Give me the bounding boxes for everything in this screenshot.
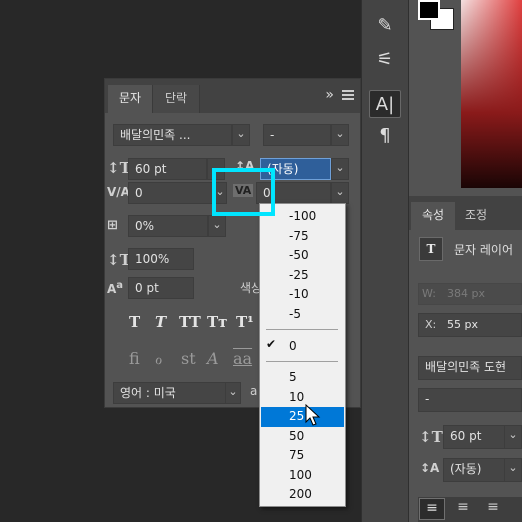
tab-adjustments[interactable]: 조정 xyxy=(455,202,497,230)
character-tab-bar: 문자 단락 » xyxy=(105,79,360,113)
all-caps-button[interactable]: TT xyxy=(179,313,201,331)
mouse-pointer-icon xyxy=(305,403,321,431)
faux-bold-button[interactable]: T xyxy=(129,313,140,331)
properties-leading-dropdown[interactable]: ⌄ xyxy=(504,458,522,482)
tsume-dropdown[interactable]: ⌄ xyxy=(208,215,226,237)
kerning-option-highlighted[interactable]: 25 xyxy=(261,407,344,427)
font-family-dropdown[interactable]: ⌄ xyxy=(232,124,250,146)
tab-properties[interactable]: 속성 xyxy=(411,202,455,230)
vertical-scale-field[interactable]: 100% xyxy=(128,248,194,270)
language-field[interactable]: 영어 : 미국 xyxy=(113,382,236,404)
swash-button[interactable]: A xyxy=(207,349,219,368)
properties-tab-bar: 속성 조정 xyxy=(409,196,522,230)
leading-icon: ↕A xyxy=(420,461,440,475)
properties-font-family[interactable]: 배달의민족 도현 xyxy=(418,356,522,380)
kerning-option[interactable]: 50 xyxy=(261,427,344,447)
tsume-field[interactable]: 0% xyxy=(128,215,208,237)
font-family-field[interactable]: 배달의민족 ... xyxy=(113,124,232,146)
kerning-option[interactable]: 75 xyxy=(261,446,344,466)
kerning-field[interactable]: 0 xyxy=(128,182,224,204)
tab-character[interactable]: 문자 xyxy=(108,85,152,113)
x-label: X: xyxy=(425,318,437,331)
x-value: 55 px xyxy=(447,318,478,331)
small-caps-button[interactable]: Tт xyxy=(207,313,227,331)
kerning-option[interactable]: -5 xyxy=(261,305,344,325)
ligature-button[interactable]: fi xyxy=(129,349,140,368)
align-left-icon[interactable]: ≡ xyxy=(419,498,445,520)
panel-dock-strip: ✎ ⚟ A| ¶ xyxy=(361,0,409,522)
alignment-buttons: ≡ ≡ ≡ xyxy=(418,497,522,522)
font-size-field[interactable]: 60 pt xyxy=(128,158,207,180)
baseline-shift-field[interactable]: 0 pt xyxy=(128,277,194,299)
color-picker-field[interactable] xyxy=(461,0,522,188)
kerning-option-checked[interactable]: 0 xyxy=(261,337,344,357)
properties-font-size[interactable]: 60 pt xyxy=(443,425,505,449)
leading-dropdown[interactable]: ⌄ xyxy=(331,158,349,180)
brush-settings-icon[interactable]: ⚟ xyxy=(369,46,401,74)
kerning-option[interactable]: 100 xyxy=(261,466,344,486)
properties-font-size-dropdown[interactable]: ⌄ xyxy=(504,425,522,449)
menu-separator xyxy=(266,361,338,362)
kerning-icon: V/A xyxy=(107,185,130,199)
kerning-options-menu: -100 -75 -50 -25 -10 -5 ✔ 0 5 10 25 50 7… xyxy=(259,203,346,507)
properties-font-style[interactable]: - xyxy=(418,388,522,412)
tsume-icon: ⊞ xyxy=(107,218,118,233)
kerning-option[interactable]: 5 xyxy=(261,368,344,388)
paragraph-panel-icon[interactable]: ¶ xyxy=(369,122,401,150)
align-center-icon[interactable]: ≡ xyxy=(450,498,476,520)
foreground-color-swatch[interactable] xyxy=(418,0,440,20)
properties-leading[interactable]: (자동) xyxy=(443,458,505,482)
menu-separator xyxy=(266,329,338,330)
antialias-icon[interactable]: a xyxy=(250,384,257,398)
superscript-button[interactable]: T¹ xyxy=(236,313,254,331)
layer-type-label: 문자 레이어 xyxy=(454,243,514,257)
character-panel-icon[interactable]: A| xyxy=(369,90,401,118)
kerning-option[interactable]: 200 xyxy=(261,485,344,505)
kerning-option[interactable]: 10 xyxy=(261,388,344,408)
align-right-icon[interactable]: ≡ xyxy=(480,498,506,520)
old-style-button[interactable]: ℴ xyxy=(155,349,162,368)
width-field[interactable]: W: 384 px xyxy=(418,283,522,305)
kerning-option[interactable]: -10 xyxy=(261,285,344,305)
faux-italic-button[interactable]: T xyxy=(155,313,166,331)
kerning-option[interactable]: -75 xyxy=(261,227,344,247)
stylistic-alternates-button[interactable]: aa xyxy=(233,349,252,368)
font-style-field[interactable]: - xyxy=(263,124,331,146)
font-size-icon: ↕T xyxy=(419,428,443,446)
kerning-option[interactable]: -25 xyxy=(261,266,344,286)
language-dropdown[interactable]: ⌄ xyxy=(225,382,241,404)
tracking-dropdown[interactable]: ⌄ xyxy=(331,182,349,204)
baseline-shift-icon: Aa xyxy=(107,280,124,296)
kerning-option[interactable]: -50 xyxy=(261,246,344,266)
collapse-panel-icon[interactable]: » xyxy=(325,87,334,103)
width-label: W: xyxy=(422,287,436,300)
panel-menu-icon[interactable] xyxy=(342,90,354,100)
text-layer-icon: T xyxy=(419,237,443,261)
font-style-dropdown[interactable]: ⌄ xyxy=(331,124,349,146)
tracking-highlight-box xyxy=(212,168,275,216)
brush-icon[interactable]: ✎ xyxy=(369,12,401,40)
discretionary-ligature-button[interactable]: st xyxy=(181,349,196,368)
tab-paragraph[interactable]: 단락 xyxy=(152,85,200,113)
x-field[interactable]: X: 55 px xyxy=(418,313,522,337)
width-value: 384 px xyxy=(447,287,485,300)
